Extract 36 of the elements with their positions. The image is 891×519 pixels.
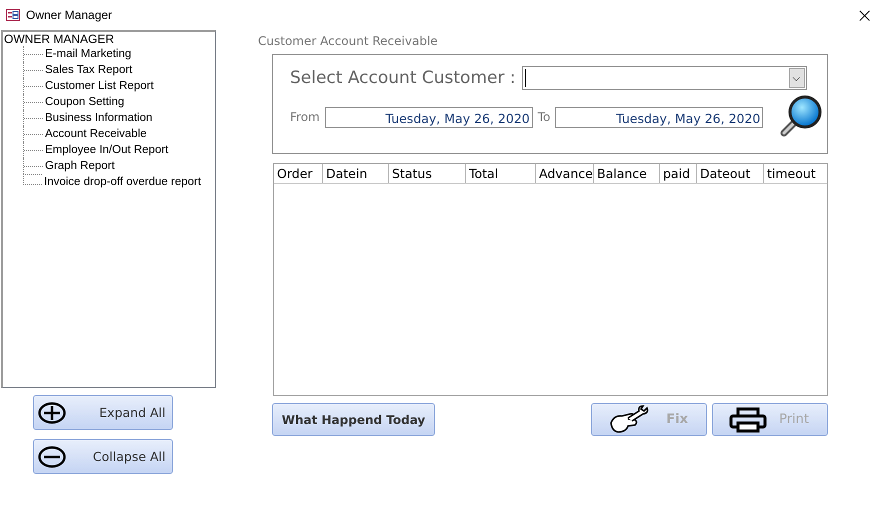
form-icon — [6, 9, 20, 21]
date-field[interactable]: Tuesday, May 26, 2020 — [555, 106, 764, 128]
column-header: paid — [660, 164, 697, 183]
tree-item[interactable]: Customer List Report — [45, 80, 154, 92]
column-header: Total — [466, 164, 536, 183]
what-happened-button[interactable]: What Happend Today — [272, 403, 435, 436]
tree-item[interactable]: Employee In/Out Report — [45, 144, 168, 156]
column-header: Advance — [536, 164, 594, 183]
tree-item[interactable]: Business Information — [45, 112, 152, 124]
field-label: To — [538, 110, 550, 124]
expand-all-button[interactable]: Expand All — [32, 395, 172, 430]
plus-icon — [38, 402, 66, 424]
tree-item[interactable]: Sales Tax Report — [45, 64, 132, 76]
tree-item[interactable]: Graph Report — [45, 160, 115, 172]
field-label: From — [290, 110, 320, 124]
section-title: Customer Account Receivable — [258, 34, 439, 48]
customer-dropdown[interactable]: ⌵ — [522, 66, 807, 90]
tree-item[interactable]: E-mail Marketing — [45, 48, 132, 60]
printer-icon — [728, 406, 767, 432]
minus-icon — [38, 446, 66, 468]
column-header: Status — [389, 164, 466, 183]
date-field[interactable]: Tuesday, May 26, 2020 — [324, 106, 533, 128]
tree-item[interactable]: Invoice drop-off overdue report — [44, 176, 202, 188]
close-button[interactable]: × — [846, 3, 883, 27]
column-header: Order — [274, 164, 323, 183]
dropdown-button[interactable]: ⌵ — [788, 68, 805, 88]
column-header: Dateout — [697, 164, 764, 183]
column-header: timeout — [766, 165, 817, 183]
column-header: Datein — [323, 164, 389, 183]
collapse-all-button[interactable]: Collapse All — [32, 439, 172, 474]
tree-root[interactable]: OWNER MANAGER — [3, 32, 114, 46]
field-label: Select Account Customer : — [290, 68, 516, 88]
tree-item[interactable]: Account Receivable — [45, 128, 147, 140]
column-header: Balance — [594, 164, 660, 183]
window-title: Owner Manager — [26, 8, 112, 22]
tree-item[interactable]: Coupon Setting — [45, 96, 124, 108]
